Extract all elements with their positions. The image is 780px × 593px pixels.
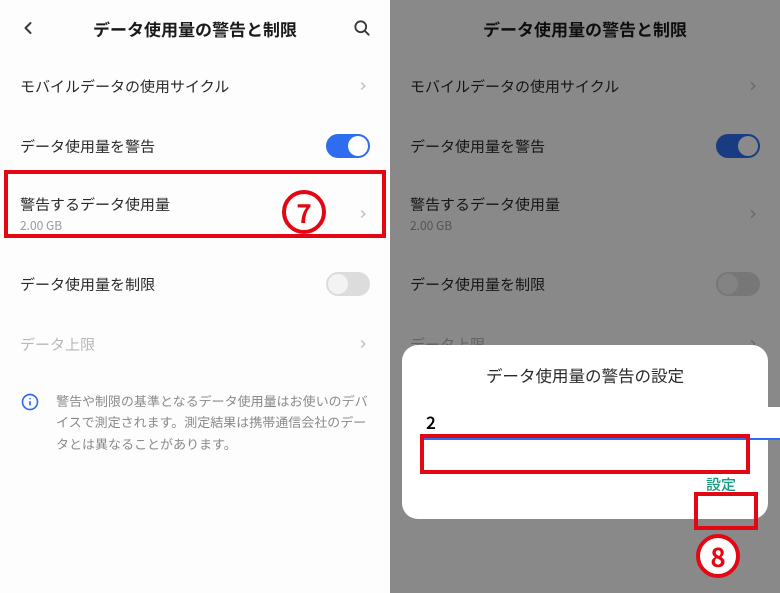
toggle-warn [716,134,760,158]
info-note: 警告や制限の基準となるデータ使用量はお使いのデバイスで測定されます。測定結果は携… [0,374,390,470]
row-sub: 2.00 GB [20,217,170,234]
dialog-title: データ使用量の警告の設定 [420,363,750,387]
row-label: モバイルデータの使用サイクル [410,76,619,97]
chevron-right-icon [356,202,370,226]
row-usage-cycle: モバイルデータの使用サイクル [390,56,780,116]
row-label: データ使用量を制限 [20,274,155,295]
amount-input[interactable] [424,407,780,440]
toggle-limit[interactable] [326,272,370,296]
row-label: モバイルデータの使用サイクル [20,76,229,97]
row-label: データ使用量を警告 [410,136,545,157]
header: データ使用量の警告と制限 [0,0,390,56]
row-usage-cycle[interactable]: モバイルデータの使用サイクル [0,56,390,116]
chevron-right-icon [746,202,760,226]
badge-number: 8 [710,538,725,575]
confirm-button[interactable]: 設定 [692,464,750,505]
toggle-limit [716,272,760,296]
toggle-warn[interactable] [326,134,370,158]
chevron-right-icon [356,74,370,98]
row-label: データ使用量を制限 [410,274,545,295]
row-label: データ上限 [20,334,95,355]
page-title: データ使用量の警告と制限 [483,16,687,41]
search-icon[interactable] [348,14,376,42]
badge-number: 7 [296,194,311,231]
settings-screen-right: データ使用量の警告と制限 モバイルデータの使用サイクル データ使用量を警告 警告… [390,0,780,593]
row-label: データ使用量を警告 [20,136,155,157]
info-text: 警告や制限の基準となるデータ使用量はお使いのデバイスで測定されます。測定結果は携… [56,390,370,454]
row-data-cap: データ上限 [0,314,390,374]
search-icon [738,14,766,42]
annotation-badge-8: 8 [696,534,740,578]
back-icon[interactable] [14,14,42,42]
back-icon [404,14,432,42]
chevron-right-icon [746,74,760,98]
dialog-input-row: GB [420,405,750,442]
row-label: 警告するデータ使用量 [20,194,170,215]
row-limit-toggle: データ使用量を制限 [390,254,780,314]
row-warn-toggle[interactable]: データ使用量を警告 [0,116,390,176]
settings-screen-left: データ使用量の警告と制限 モバイルデータの使用サイクル データ使用量を警告 警告… [0,0,390,593]
row-warn-amount[interactable]: 警告するデータ使用量 2.00 GB [0,176,390,254]
warn-amount-dialog: データ使用量の警告の設定 GB 設定 [402,345,768,519]
row-label: 警告するデータ使用量 [410,194,560,215]
row-limit-toggle[interactable]: データ使用量を制限 [0,254,390,314]
annotation-badge-7: 7 [282,190,326,234]
row-warn-amount: 警告するデータ使用量 2.00 GB [390,176,780,254]
chevron-right-icon [356,332,370,356]
header: データ使用量の警告と制限 [390,0,780,56]
row-sub: 2.00 GB [410,217,560,234]
row-warn-toggle: データ使用量を警告 [390,116,780,176]
page-title: データ使用量の警告と制限 [93,16,297,41]
info-icon [20,392,40,417]
